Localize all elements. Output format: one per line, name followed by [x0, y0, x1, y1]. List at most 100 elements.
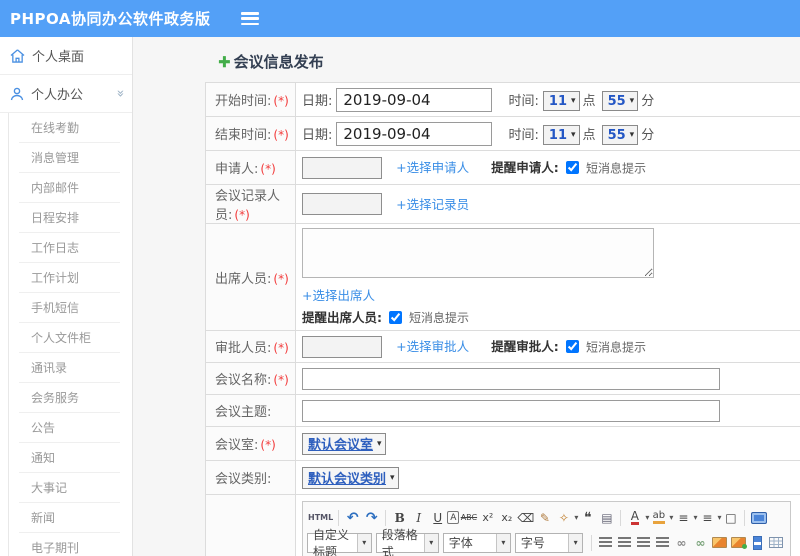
sidebar-item-memorabilia[interactable]: 大事记: [19, 473, 120, 503]
heading-select[interactable]: 自定义标题 ▾: [307, 528, 372, 556]
meeting-room-select[interactable]: 默认会议室: [302, 432, 386, 455]
sidebar-item-label: 个人办公: [31, 88, 84, 103]
meeting-subject-input[interactable]: [302, 399, 720, 422]
font-family-select[interactable]: 字体 ▾: [442, 532, 511, 553]
meeting-name-input[interactable]: [302, 367, 720, 390]
font-color-button[interactable]: A: [625, 508, 644, 528]
rich-text-editor: HTML ↶ ↷ B I U A ABC x² x₂ ⌫ ✎ ✧ ▾ ❝ ▤ A…: [302, 501, 791, 556]
chevron-double-down-icon: »: [112, 89, 128, 98]
insert-image-icon[interactable]: [710, 533, 729, 553]
upload-image-icon[interactable]: [729, 533, 748, 553]
sidebar-item-announcement[interactable]: 公告: [19, 413, 120, 443]
form-row-recorder: 会议记录人员: (*) +选择记录员: [205, 184, 800, 224]
blockquote-icon[interactable]: ❝: [578, 508, 597, 528]
home-icon: [10, 48, 25, 63]
form-row-approver: 审批人员: (*) +选择审批人 提醒审批人: 短消息提示: [205, 330, 800, 363]
start-date-input[interactable]: [336, 87, 493, 112]
sidebar-item-desktop[interactable]: 个人桌面: [0, 37, 132, 75]
align-justify-icon[interactable]: [653, 533, 672, 553]
paragraph-format-select[interactable]: 段落格式 ▾: [375, 528, 439, 556]
redo-icon[interactable]: ↷: [362, 508, 381, 528]
attendees-textarea[interactable]: [302, 228, 654, 278]
start-minute-select[interactable]: 55: [601, 91, 639, 111]
sidebar-item-contacts[interactable]: 通讯录: [19, 353, 120, 383]
align-right-icon[interactable]: [634, 533, 653, 553]
ordered-list-button[interactable]: ≡: [673, 508, 692, 528]
approver-sms-checkbox[interactable]: [565, 340, 579, 353]
superscript-button[interactable]: x²: [478, 508, 497, 528]
sidebar-item-e-journal[interactable]: 电子期刊: [19, 533, 120, 556]
bold-button[interactable]: B: [390, 508, 409, 528]
applicant-input[interactable]: [302, 156, 382, 179]
form-row-attendees: 出席人员: (*) +选择出席人 提醒出席人员: 短消息提示: [205, 223, 800, 331]
subscript-button[interactable]: x₂: [497, 508, 516, 528]
date-label: 日期:: [302, 93, 333, 109]
sidebar-item-messages[interactable]: 消息管理: [19, 143, 120, 173]
menu-icon[interactable]: [240, 12, 259, 25]
form-row-applicant: 申请人: (*) +选择申请人 提醒申请人: 短消息提示: [205, 150, 800, 185]
choose-recorder-link[interactable]: +选择记录员: [396, 197, 469, 212]
unordered-list-button[interactable]: ≡: [697, 508, 716, 528]
sidebar-item-sms[interactable]: 手机短信: [19, 293, 120, 323]
remind-approver-label: 提醒审批人:: [491, 339, 559, 354]
remind-applicant-label: 提醒申请人:: [491, 160, 559, 175]
sidebar-item-file-cabinet[interactable]: 个人文件柜: [19, 323, 120, 353]
remove-link-icon[interactable]: ∞: [691, 533, 710, 553]
form-row-meeting-name: 会议名称: (*): [205, 362, 800, 395]
sidebar-item-news[interactable]: 新闻: [19, 503, 120, 533]
meeting-category-select[interactable]: 默认会议类别: [302, 466, 399, 489]
main-content: ✚ 会议信息发布 开始时间:(*) 日期: 时间:11点55分 结束时间:(*)…: [134, 37, 800, 556]
form-row-start-time: 开始时间:(*) 日期: 时间:11点55分: [205, 82, 800, 117]
attendees-sms-checkbox[interactable]: [388, 311, 402, 324]
insert-link-icon[interactable]: ∞: [672, 533, 691, 553]
font-size-select[interactable]: 字号 ▾: [514, 532, 584, 553]
sidebar-item-notice[interactable]: 通知: [19, 443, 120, 473]
editor-toolbar: HTML ↶ ↷ B I U A ABC x² x₂ ⌫ ✎ ✧ ▾ ❝ ▤ A…: [303, 502, 790, 556]
page-title: ✚ 会议信息发布: [218, 52, 324, 72]
end-hour-select[interactable]: 11: [542, 125, 580, 145]
choose-attendees-link[interactable]: +选择出席人: [302, 288, 375, 303]
sidebar-item-internal-mail[interactable]: 内部邮件: [19, 173, 120, 203]
eraser-icon[interactable]: ⌫: [516, 508, 535, 528]
font-style-button[interactable]: A: [447, 511, 460, 524]
form-row-end-time: 结束时间:(*) 日期: 时间:11点55分: [205, 116, 800, 151]
remind-attendees-label: 提醒出席人员:: [302, 310, 382, 325]
page-break-icon[interactable]: [748, 533, 767, 553]
sidebar-submenu: 在线考勤 消息管理 内部邮件 日程安排 工作日志 工作计划 手机短信 个人文件柜…: [8, 113, 132, 556]
sidebar-item-attendance[interactable]: 在线考勤: [19, 113, 120, 143]
form-row-content-editor: HTML ↶ ↷ B I U A ABC x² x₂ ⌫ ✎ ✧ ▾ ❝ ▤ A…: [205, 494, 800, 556]
sidebar-item-work-log[interactable]: 工作日志: [19, 233, 120, 263]
underline-button[interactable]: U: [428, 508, 447, 528]
start-hour-select[interactable]: 11: [542, 91, 580, 111]
undo-icon[interactable]: ↶: [343, 508, 362, 528]
person-icon: [10, 87, 24, 100]
sidebar-item-meeting-service[interactable]: 会务服务: [19, 383, 120, 413]
insert-table-icon[interactable]: [767, 533, 786, 553]
app-title: PHPOA协同办公软件政务版: [10, 10, 211, 28]
form-row-meeting-category: 会议类别: 默认会议类别: [205, 460, 800, 495]
new-page-icon[interactable]: □: [721, 508, 740, 528]
auto-typeset-icon[interactable]: ✧: [554, 508, 573, 528]
choose-applicant-link[interactable]: +选择申请人: [396, 160, 469, 175]
add-icon: ✚: [218, 52, 231, 71]
html-source-button[interactable]: HTML: [307, 508, 334, 528]
strikethrough-button[interactable]: ABC: [459, 508, 478, 528]
italic-button[interactable]: I: [409, 508, 428, 528]
align-left-icon[interactable]: [596, 533, 615, 553]
recorder-input[interactable]: [302, 193, 382, 215]
applicant-sms-checkbox[interactable]: [565, 161, 579, 174]
format-painter-icon[interactable]: ✎: [535, 508, 554, 528]
sidebar-item-office[interactable]: 个人办公 »: [0, 75, 132, 113]
end-minute-select[interactable]: 55: [601, 125, 639, 145]
topbar: PHPOA协同办公软件政务版: [0, 0, 800, 37]
sidebar-item-label: 个人桌面: [32, 50, 85, 65]
sidebar-item-work-plan[interactable]: 工作计划: [19, 263, 120, 293]
align-center-icon[interactable]: [615, 533, 634, 553]
paste-icon[interactable]: ▤: [597, 508, 616, 528]
approver-input[interactable]: [302, 335, 382, 358]
highlight-button[interactable]: ab: [649, 508, 668, 528]
fullscreen-icon[interactable]: [749, 508, 768, 528]
end-date-input[interactable]: [336, 121, 493, 146]
choose-approver-link[interactable]: +选择审批人: [396, 339, 469, 354]
sidebar-item-schedule[interactable]: 日程安排: [19, 203, 120, 233]
